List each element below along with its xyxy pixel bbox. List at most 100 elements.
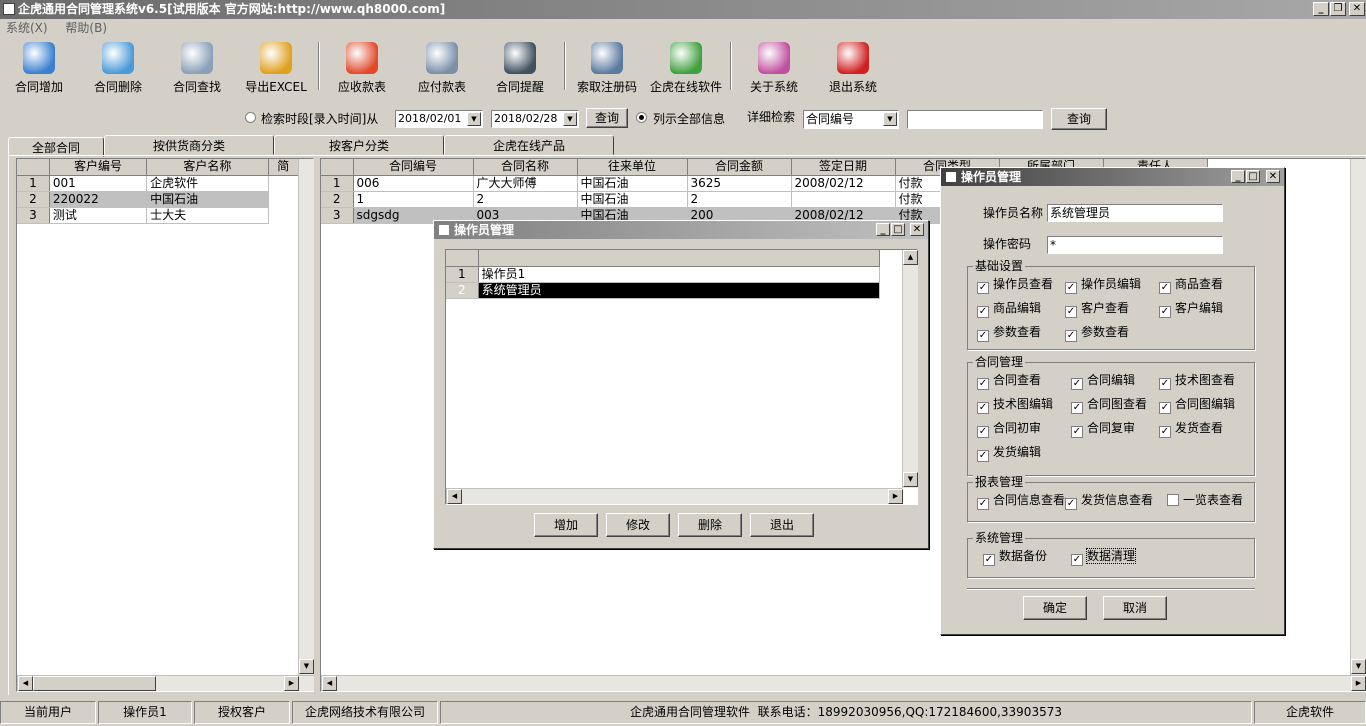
table-cell[interactable]: 006 (353, 175, 474, 192)
toolbar-button-9[interactable]: 关于系统 (744, 40, 804, 94)
checkmark-icon[interactable]: ✓ (1159, 426, 1171, 438)
permission-checkbox[interactable]: ✓ 合同查看 (977, 373, 1041, 390)
permission-checkbox[interactable]: ✓ 操作员编辑 (1065, 277, 1141, 294)
toolbar-button-3[interactable]: 导出EXCEL (244, 40, 308, 94)
table-cell[interactable]: 中国石油 (146, 191, 269, 208)
operator-grid-vscroll[interactable]: ▲ ▼ (902, 250, 918, 488)
operator-grid-hscroll[interactable]: ◀ ▶ (446, 488, 903, 504)
checkmark-icon[interactable]: ✓ (977, 402, 989, 414)
permission-checkbox[interactable]: ✓ 技术图编辑 (977, 397, 1053, 414)
checkmark-icon[interactable]: ✓ (1159, 282, 1171, 294)
checkmark-icon[interactable]: ✓ (977, 450, 989, 462)
column-header[interactable]: 客户名称 (146, 159, 269, 176)
permission-checkbox[interactable]: ✓ 数据清理 (1071, 548, 1137, 566)
minimize-button[interactable]: _ (1313, 2, 1329, 16)
toolbar-button-4[interactable]: 应收款表 (332, 40, 392, 94)
detail-query-button[interactable]: 查询 (1051, 108, 1107, 130)
checkmark-icon[interactable]: ✓ (1159, 306, 1171, 318)
toolbar-button-1[interactable]: 合同删除 (88, 40, 148, 94)
permission-checkbox[interactable]: ✓ 技术图查看 (1159, 373, 1235, 390)
list-all-radio[interactable] (636, 112, 647, 123)
table-row[interactable]: 2 系统管理员 (446, 282, 881, 299)
date-to-picker[interactable]: 2018/02/28 ▼ (491, 110, 579, 128)
permission-checkbox[interactable]: ✓ 合同图编辑 (1159, 397, 1235, 414)
checkmark-icon[interactable]: ✓ (983, 554, 995, 566)
chevron-down-icon[interactable]: ▼ (883, 112, 897, 126)
scroll-left-icon[interactable]: ◀ (447, 489, 462, 504)
scroll-down-icon[interactable]: ▼ (299, 659, 314, 674)
table-cell[interactable]: 广大大师傅 (473, 175, 578, 192)
delete-button[interactable]: 删除 (678, 513, 742, 537)
contract-grid-hscroll[interactable]: ◀ ▶ (321, 675, 1366, 691)
checkmark-icon[interactable]: ✓ (1071, 378, 1083, 390)
checkmark-icon[interactable]: ✓ (977, 330, 989, 342)
add-button[interactable]: 增加 (534, 513, 598, 537)
operator-name-field[interactable]: 系统管理员 (1047, 204, 1223, 222)
empty-checkbox-icon[interactable] (1167, 494, 1179, 506)
maximize-button[interactable]: □ (1246, 170, 1260, 183)
checkmark-icon[interactable]: ✓ (1071, 426, 1083, 438)
column-header[interactable]: 往来单位 (577, 159, 688, 176)
scroll-down-icon[interactable]: ▼ (903, 472, 918, 487)
table-cell[interactable] (791, 191, 896, 208)
exit-button[interactable]: 退出 (750, 513, 814, 537)
table-cell[interactable]: 1 (353, 191, 474, 208)
cancel-button[interactable]: 取消 (1103, 596, 1167, 620)
customer-grid-hscroll[interactable]: ◀ ▶ (17, 675, 314, 691)
checkmark-icon[interactable]: ✓ (1071, 402, 1083, 414)
toolbar-button-5[interactable]: 应付款表 (412, 40, 472, 94)
minimize-button[interactable]: _ (876, 223, 890, 236)
maximize-button[interactable]: □ (891, 223, 905, 236)
scroll-down-icon[interactable]: ▼ (1351, 659, 1366, 674)
toolbar-button-6[interactable]: 合同提醒 (490, 40, 550, 94)
date-from-picker[interactable]: 2018/02/01 ▼ (395, 110, 483, 128)
password-field[interactable]: * (1047, 236, 1223, 254)
column-header[interactable]: 合同金额 (687, 159, 792, 176)
tab-online-products[interactable]: 企虎在线产品 (444, 135, 614, 155)
detail-search-input[interactable] (907, 110, 1043, 129)
table-cell[interactable]: 士大夫 (146, 207, 269, 224)
permission-checkbox[interactable]: ✓ 数据备份 (983, 549, 1047, 566)
permission-checkbox[interactable]: ✓ 合同图查看 (1071, 397, 1147, 414)
customer-grid-vscroll[interactable]: ▼ (298, 159, 314, 675)
checkmark-icon[interactable]: ✓ (1065, 330, 1077, 342)
restore-button[interactable]: ❐ (1330, 2, 1346, 16)
permission-checkbox[interactable]: ✓ 商品查看 (1159, 277, 1223, 294)
scroll-right-icon[interactable]: ▶ (284, 676, 299, 691)
chevron-down-icon[interactable]: ▼ (563, 112, 577, 126)
permission-checkbox[interactable]: ✓ 合同编辑 (1071, 373, 1135, 390)
scroll-right-icon[interactable]: ▶ (1351, 676, 1366, 691)
date-query-button[interactable]: 查询 (586, 108, 628, 128)
column-header[interactable]: 合同名称 (473, 159, 578, 176)
table-cell[interactable]: 中国石油 (577, 175, 688, 192)
permission-checkbox[interactable]: ✓ 商品编辑 (977, 301, 1041, 318)
table-cell[interactable]: 企虎软件 (146, 175, 269, 192)
permission-checkbox[interactable]: ✓ 发货查看 (1159, 421, 1223, 438)
permission-checkbox[interactable]: ✓ 发货信息查看 (1065, 493, 1153, 510)
tab-all-contracts[interactable]: 全部合同 (8, 137, 104, 157)
minimize-button[interactable]: _ (1231, 170, 1245, 183)
table-cell[interactable]: 2 (473, 191, 578, 208)
table-row[interactable]: 3 测试 士大夫 (17, 207, 299, 224)
checkmark-icon[interactable]: ✓ (1065, 306, 1077, 318)
table-row[interactable]: 1 操作员1 (446, 266, 881, 283)
toolbar-button-8[interactable]: 企虎在线软件 (646, 40, 726, 94)
table-row[interactable]: 2 220022 中国石油 (17, 191, 299, 208)
table-cell[interactable]: 系统管理员 (478, 282, 881, 299)
scroll-left-icon[interactable]: ◀ (322, 676, 337, 691)
menu-system[interactable]: 系统(X) (6, 21, 48, 35)
close-button[interactable]: ✕ (1349, 2, 1365, 16)
menu-help[interactable]: 帮助(B) (65, 21, 107, 35)
ok-button[interactable]: 确定 (1023, 596, 1087, 620)
toolbar-button-10[interactable]: 退出系统 (822, 40, 884, 94)
table-cell[interactable]: 220022 (49, 191, 148, 208)
permission-checkbox[interactable]: ✓ 合同复审 (1071, 421, 1135, 438)
tab-by-supplier[interactable]: 按供货商分类 (104, 135, 274, 155)
edit-button[interactable]: 修改 (606, 513, 670, 537)
tab-by-customer[interactable]: 按客户分类 (274, 135, 444, 155)
permission-checkbox[interactable]: ✓ 客户查看 (1065, 301, 1129, 318)
table-row[interactable]: 1 001 企虎软件 (17, 175, 299, 192)
checkmark-icon[interactable]: ✓ (977, 306, 989, 318)
scroll-left-icon[interactable]: ◀ (18, 676, 33, 691)
scroll-thumb[interactable] (33, 676, 156, 691)
